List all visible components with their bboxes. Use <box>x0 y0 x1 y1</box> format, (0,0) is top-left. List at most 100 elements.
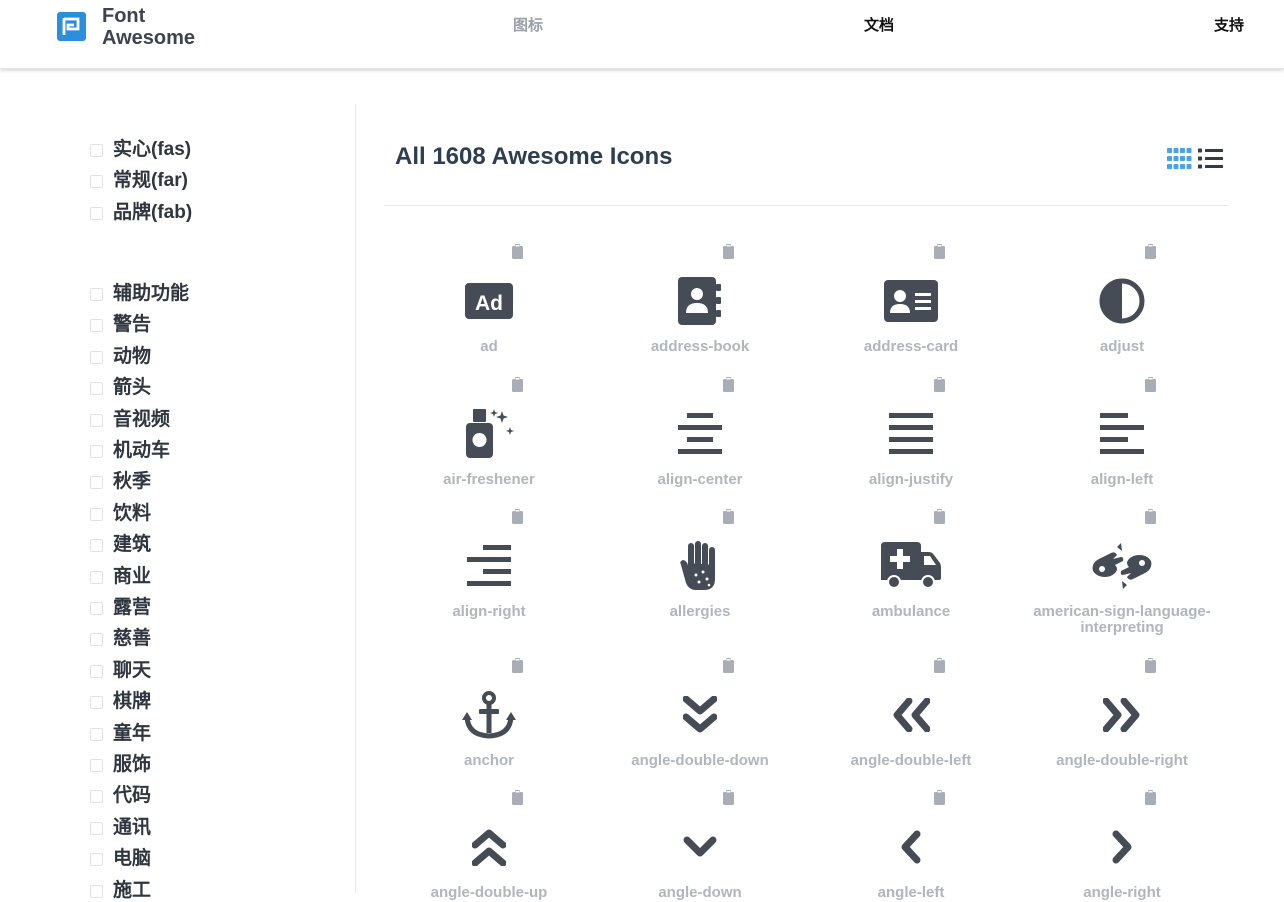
filter-style-0[interactable]: 实心(fas) <box>90 139 191 161</box>
filter-style-1[interactable]: 常规(far) <box>90 170 188 192</box>
filter-label[interactable]: 通讯 <box>113 817 151 839</box>
angle-double-right-icon[interactable] <box>1102 697 1141 733</box>
filter-label[interactable]: 露营 <box>113 597 151 619</box>
copy-clipboard-icon[interactable] <box>723 658 734 673</box>
filter-label[interactable]: 常规(far) <box>113 170 188 192</box>
filter-category-5[interactable]: 机动车 <box>90 440 170 462</box>
icon-name-label[interactable]: align-center <box>595 472 805 488</box>
angle-double-up-icon[interactable] <box>471 828 507 867</box>
filter-checkbox[interactable] <box>90 206 103 220</box>
address-book-icon[interactable] <box>678 277 722 325</box>
filter-checkbox[interactable] <box>90 664 103 678</box>
filter-checkbox[interactable] <box>90 884 103 898</box>
filter-label[interactable]: 代码 <box>113 785 151 807</box>
address-card-icon[interactable] <box>884 280 938 322</box>
filter-label[interactable]: 施工 <box>113 880 151 902</box>
copy-clipboard-icon[interactable] <box>512 790 523 805</box>
icon-name-label[interactable]: align-justify <box>806 472 1016 488</box>
copy-clipboard-icon[interactable] <box>723 244 734 259</box>
filter-checkbox[interactable] <box>90 789 103 803</box>
align-justify-icon[interactable] <box>889 413 933 455</box>
filter-checkbox[interactable] <box>90 758 103 772</box>
filter-category-14[interactable]: 童年 <box>90 723 151 745</box>
copy-clipboard-icon[interactable] <box>512 509 523 524</box>
copy-clipboard-icon[interactable] <box>1145 509 1156 524</box>
align-left-icon[interactable] <box>1100 413 1144 455</box>
filter-category-7[interactable]: 饮料 <box>90 503 151 525</box>
nav-docs-link[interactable]: 文档 <box>864 14 894 35</box>
icon-name-label[interactable]: angle-double-left <box>806 753 1016 769</box>
copy-clipboard-icon[interactable] <box>934 658 945 673</box>
air-freshener-icon[interactable] <box>464 409 514 459</box>
icon-name-label[interactable]: ad <box>384 339 594 355</box>
filter-category-4[interactable]: 音视频 <box>90 409 170 431</box>
icon-name-label[interactable]: angle-left <box>806 885 1016 901</box>
filter-category-19[interactable]: 施工 <box>90 880 151 902</box>
filter-label[interactable]: 警告 <box>113 314 151 336</box>
ambulance-icon[interactable] <box>881 542 941 590</box>
filter-label[interactable]: 商业 <box>113 566 151 588</box>
copy-clipboard-icon[interactable] <box>934 790 945 805</box>
icon-name-label[interactable]: angle-double-right <box>1017 753 1227 769</box>
align-right-icon[interactable] <box>467 545 511 587</box>
icon-name-label[interactable]: allergies <box>595 604 805 620</box>
filter-category-16[interactable]: 代码 <box>90 785 151 807</box>
american-sign-language-interpreting-icon[interactable] <box>1091 543 1153 589</box>
filter-label[interactable]: 服饰 <box>113 754 151 776</box>
filter-checkbox[interactable] <box>90 821 103 835</box>
filter-category-1[interactable]: 警告 <box>90 314 151 336</box>
align-center-icon[interactable] <box>678 413 722 455</box>
icon-name-label[interactable]: angle-down <box>595 885 805 901</box>
angle-left-icon[interactable] <box>900 830 922 864</box>
filter-checkbox[interactable] <box>90 570 103 584</box>
filter-label[interactable]: 棋牌 <box>113 691 151 713</box>
filter-label[interactable]: 箭头 <box>113 377 151 399</box>
filter-category-18[interactable]: 电脑 <box>90 848 151 870</box>
copy-clipboard-icon[interactable] <box>723 790 734 805</box>
filter-label[interactable]: 音视频 <box>113 409 170 431</box>
filter-checkbox[interactable] <box>90 727 103 741</box>
copy-clipboard-icon[interactable] <box>512 658 523 673</box>
filter-checkbox[interactable] <box>90 601 103 615</box>
copy-clipboard-icon[interactable] <box>1145 658 1156 673</box>
nav-support-link[interactable]: 支持 <box>1214 14 1244 35</box>
filter-checkbox[interactable] <box>90 695 103 709</box>
filter-category-9[interactable]: 商业 <box>90 566 151 588</box>
logo-text[interactable]: Font Awesome <box>102 5 202 49</box>
icon-name-label[interactable]: angle-double-down <box>595 753 805 769</box>
filter-category-15[interactable]: 服饰 <box>90 754 151 776</box>
icon-name-label[interactable]: angle-double-up <box>384 885 594 901</box>
icon-name-label[interactable]: anchor <box>384 753 594 769</box>
copy-clipboard-icon[interactable] <box>934 244 945 259</box>
copy-clipboard-icon[interactable] <box>934 509 945 524</box>
icon-name-label[interactable]: air-freshener <box>384 472 594 488</box>
filter-label[interactable]: 建筑 <box>113 534 151 556</box>
icon-name-label[interactable]: align-right <box>384 604 594 620</box>
filter-category-6[interactable]: 秋季 <box>90 471 151 493</box>
filter-category-13[interactable]: 棋牌 <box>90 691 151 713</box>
anchor-icon[interactable] <box>462 691 516 739</box>
filter-checkbox[interactable] <box>90 475 103 489</box>
copy-clipboard-icon[interactable] <box>1145 790 1156 805</box>
adjust-icon[interactable] <box>1099 278 1145 324</box>
filter-category-8[interactable]: 建筑 <box>90 534 151 556</box>
filter-label[interactable]: 聊天 <box>113 660 151 682</box>
filter-checkbox[interactable] <box>90 538 103 552</box>
filter-checkbox[interactable] <box>90 852 103 866</box>
filter-label[interactable]: 秋季 <box>113 471 151 493</box>
icon-name-label[interactable]: angle-right <box>1017 885 1227 901</box>
copy-clipboard-icon[interactable] <box>723 377 734 392</box>
icon-name-label[interactable]: address-book <box>595 339 805 355</box>
filter-checkbox[interactable] <box>90 444 103 458</box>
filter-checkbox[interactable] <box>90 632 103 646</box>
filter-label[interactable]: 机动车 <box>113 440 170 462</box>
filter-label[interactable]: 慈善 <box>113 628 151 650</box>
filter-category-11[interactable]: 慈善 <box>90 628 151 650</box>
filter-label[interactable]: 辅助功能 <box>113 283 189 305</box>
copy-clipboard-icon[interactable] <box>512 377 523 392</box>
filter-category-12[interactable]: 聊天 <box>90 660 151 682</box>
filter-checkbox[interactable] <box>90 287 103 301</box>
filter-category-3[interactable]: 箭头 <box>90 377 151 399</box>
filter-category-2[interactable]: 动物 <box>90 346 151 368</box>
copy-clipboard-icon[interactable] <box>723 509 734 524</box>
